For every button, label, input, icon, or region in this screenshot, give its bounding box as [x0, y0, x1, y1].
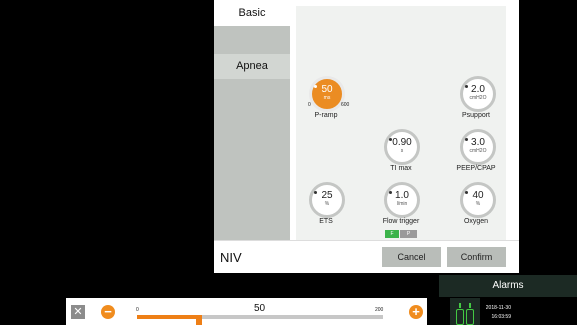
gas-cylinder-icon: [456, 309, 464, 325]
date-text: 2018-11-30: [485, 305, 511, 311]
ti-max-dial[interactable]: 0.90 s: [384, 129, 420, 165]
flow-trigger-dial[interactable]: 1.0 l/min: [384, 182, 420, 218]
dial-marker: [465, 85, 468, 88]
increase-button[interactable]: +: [409, 305, 423, 319]
tab-column: Basic Apnea: [214, 0, 290, 240]
cylinder-valve-icon: [459, 303, 461, 308]
mode-label: NIV: [220, 250, 242, 265]
p-ramp-min: 0: [308, 102, 311, 108]
slider-fill: [137, 315, 199, 319]
ets-label: ETS: [319, 218, 333, 225]
peep-cpap-label: PEEP/CPAP: [456, 165, 496, 172]
ti-max-unit: s: [400, 148, 404, 154]
tab-basic[interactable]: Basic: [214, 0, 290, 26]
ets-unit: %: [324, 201, 330, 207]
datetime: 2018-11-30 16:03:59: [482, 304, 511, 322]
flow-trigger-label: Flow trigger: [382, 218, 420, 225]
psupport-dial[interactable]: 2.0 cmH2O: [460, 76, 496, 112]
peep-cpap-dial[interactable]: 3.0 cmH2O: [460, 129, 496, 165]
p-ramp-max: 600: [341, 102, 350, 108]
flow-trigger-tag-f[interactable]: F: [385, 230, 399, 238]
psupport-unit: cmH2O: [469, 95, 487, 101]
slider-max-label: 200: [375, 307, 384, 313]
peep-cpap-unit: cmH2O: [469, 148, 487, 154]
slider-handle[interactable]: [196, 315, 202, 325]
p-ramp-unit: ms: [323, 95, 331, 101]
tab-apnea[interactable]: Apnea: [214, 54, 290, 79]
gas-cylinder-icon: [466, 309, 474, 325]
confirm-button[interactable]: Confirm: [447, 247, 506, 267]
dial-marker: [314, 191, 317, 194]
gas-supply-panel: [450, 298, 480, 325]
flow-trigger-tag-p[interactable]: P: [400, 230, 417, 238]
p-ramp-dial[interactable]: 50 ms: [309, 76, 345, 112]
dial-marker: [389, 138, 392, 141]
dial-marker: [465, 138, 468, 141]
dial-marker: [314, 85, 317, 88]
dial-marker: [465, 191, 468, 194]
oxygen-label: Oxygen: [463, 218, 489, 225]
footer-divider: [214, 240, 519, 241]
adjust-bar: [66, 298, 427, 325]
oxygen-unit: %: [475, 201, 481, 207]
cylinder-valve-icon: [469, 303, 471, 308]
dial-marker: [389, 191, 392, 194]
slider-min-label: 0: [136, 307, 139, 313]
flow-trigger-unit: l/min: [396, 201, 408, 207]
alarms-button[interactable]: Alarms: [439, 275, 577, 297]
ti-max-label: TI max: [390, 165, 412, 172]
decrease-button[interactable]: −: [101, 305, 115, 319]
ets-dial[interactable]: 25 %: [309, 182, 345, 218]
p-ramp-label: P-ramp: [314, 112, 338, 119]
oxygen-dial[interactable]: 40 %: [460, 182, 496, 218]
time-text: 16:03:59: [491, 314, 511, 320]
slider-value: 50: [254, 303, 266, 314]
psupport-label: Psupport: [461, 112, 491, 119]
cancel-button[interactable]: Cancel: [382, 247, 441, 267]
close-icon[interactable]: ✕: [71, 305, 85, 319]
